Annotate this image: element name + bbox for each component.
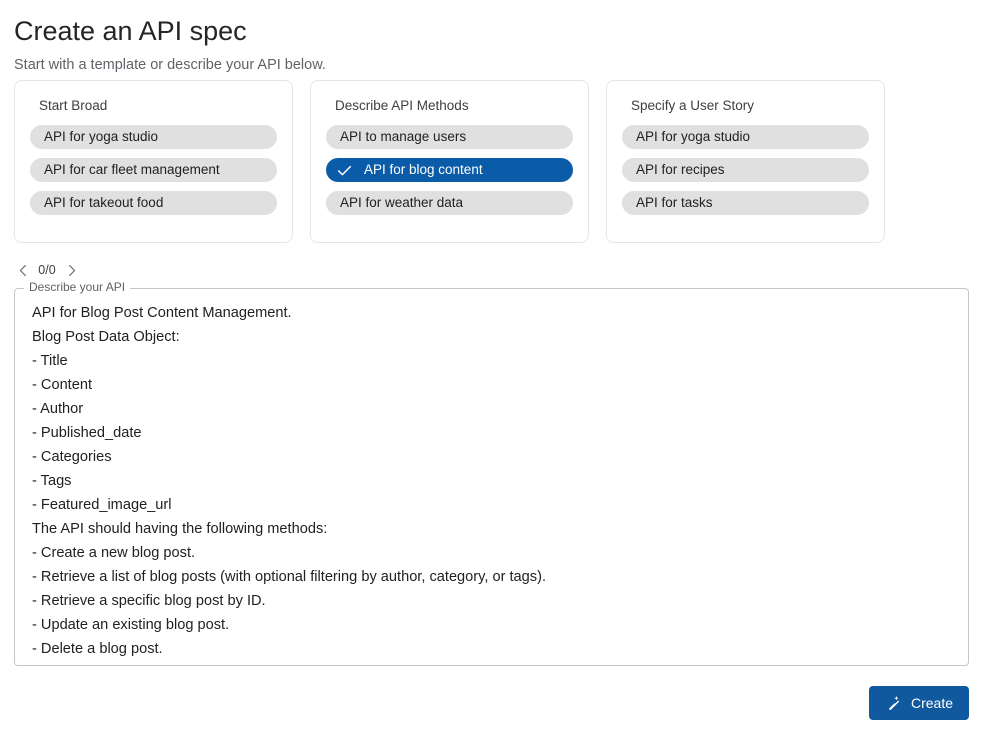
template-chip[interactable]: API for yoga studio bbox=[622, 125, 869, 149]
template-chip[interactable]: API for weather data bbox=[326, 191, 573, 215]
template-chip-label: API for blog content bbox=[364, 162, 483, 177]
template-card-specify-user-story: Specify a User Story API for yoga studio… bbox=[606, 80, 885, 243]
template-chip-label: API for recipes bbox=[636, 162, 725, 177]
template-chip[interactable]: API for car fleet management bbox=[30, 158, 277, 182]
template-chip-list: API for yoga studio API for recipes API … bbox=[622, 125, 869, 215]
template-card-start-broad: Start Broad API for yoga studio API for … bbox=[14, 80, 293, 243]
template-chip-label: API for weather data bbox=[340, 195, 464, 210]
template-card-title: Describe API Methods bbox=[335, 98, 469, 113]
template-chip[interactable]: API for recipes bbox=[622, 158, 869, 182]
template-chip-label: API for car fleet management bbox=[44, 162, 220, 177]
template-chip-selected[interactable]: API for blog content bbox=[326, 158, 573, 182]
chevron-left-icon[interactable] bbox=[14, 260, 32, 280]
template-chip[interactable]: API to manage users bbox=[326, 125, 573, 149]
template-card-title: Specify a User Story bbox=[631, 98, 755, 113]
template-chip-label: API for yoga studio bbox=[636, 129, 751, 144]
create-button[interactable]: Create bbox=[869, 686, 969, 720]
page-title: Create an API spec bbox=[14, 16, 247, 46]
describe-api-field-wrapper: Describe your API bbox=[14, 280, 969, 666]
check-icon bbox=[336, 162, 353, 179]
template-card-title: Start Broad bbox=[39, 98, 108, 113]
template-card-describe-api-methods: Describe API Methods API to manage users… bbox=[310, 80, 589, 243]
template-chip-label: API for tasks bbox=[636, 195, 713, 210]
template-chip[interactable]: API for takeout food bbox=[30, 191, 277, 215]
template-chip-label: API for yoga studio bbox=[44, 129, 159, 144]
pager-count: 0/0 bbox=[38, 263, 56, 277]
template-chip-list: API to manage users API for blog content… bbox=[326, 125, 573, 215]
describe-api-input[interactable] bbox=[30, 299, 955, 658]
create-button-label: Create bbox=[910, 694, 954, 711]
template-cards-carousel: Start Broad API for yoga studio API for … bbox=[14, 80, 885, 243]
template-chip-label: API to manage users bbox=[340, 129, 467, 144]
chevron-right-icon[interactable] bbox=[62, 260, 80, 280]
page-subtitle: Start with a template or describe your A… bbox=[14, 57, 326, 73]
template-chip-label: API for takeout food bbox=[44, 195, 164, 210]
template-chip[interactable]: API for tasks bbox=[622, 191, 869, 215]
magic-wand-icon bbox=[885, 695, 902, 712]
describe-api-label: Describe your API bbox=[24, 280, 131, 294]
template-carousel-pager: 0/0 bbox=[14, 259, 80, 281]
create-api-spec-page: Create an API spec Start with a template… bbox=[0, 0, 983, 730]
page-header: Create an API spec Start with a template… bbox=[0, 0, 983, 75]
template-chip-list: API for yoga studio API for car fleet ma… bbox=[30, 125, 277, 215]
template-chip[interactable]: API for yoga studio bbox=[30, 125, 277, 149]
